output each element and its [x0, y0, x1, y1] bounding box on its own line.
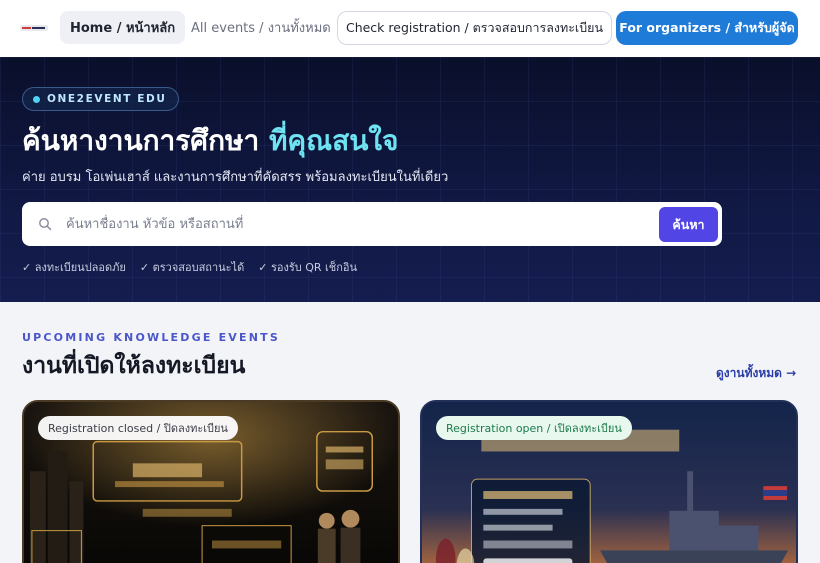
section-kicker: UPCOMING KNOWLEDGE EVENTS: [22, 331, 280, 344]
hero-title-main: ค้นหางานการศึกษา: [22, 124, 260, 157]
nav-all-events-link[interactable]: All events / งานทั้งหมด: [191, 11, 331, 44]
event-card[interactable]: Registration closed / ปิดลงทะเบียน: [22, 400, 400, 563]
hero-title-accent: ที่คุณสนใจ: [268, 124, 399, 157]
status-badge: Registration closed / ปิดลงทะเบียน: [38, 416, 238, 440]
search-icon: [39, 218, 52, 231]
search-button[interactable]: ค้นหา: [659, 207, 718, 242]
brand-badge: ONE2EVENT EDU: [22, 87, 180, 111]
brand-badge-label: ONE2EVENT EDU: [47, 93, 167, 105]
search-input[interactable]: [66, 209, 646, 239]
search-bar: ค้นหา: [22, 202, 722, 246]
feature-check-status: ✓ ตรวจสอบสถานะได้: [139, 261, 245, 274]
event-card[interactable]: Registration open / เปิดลงทะเบียน: [420, 400, 798, 563]
hero-section: ONE2EVENT EDU ค้นหางานการศึกษา ที่คุณสนใ…: [0, 57, 820, 302]
status-badge: Registration open / เปิดลงทะเบียน: [436, 416, 632, 440]
feature-qr-checkin: ✓ รองรับ QR เช็กอิน: [258, 261, 358, 274]
site-logo[interactable]: [20, 22, 48, 34]
feature-secure-registration: ✓ ลงทะเบียนปลอดภัย: [22, 261, 126, 274]
nav-home-link[interactable]: Home / หน้าหลัก: [60, 11, 186, 44]
feature-list: ✓ ลงทะเบียนปลอดภัย ✓ ตรวจสอบสถานะได้ ✓ ร…: [22, 258, 357, 276]
hero-title: ค้นหางานการศึกษา ที่คุณสนใจ: [22, 119, 398, 163]
top-navbar: Home / หน้าหลัก All events / งานทั้งหมด …: [0, 0, 820, 57]
view-all-events-link[interactable]: ดูงานทั้งหมด →: [716, 364, 796, 383]
check-registration-button[interactable]: Check registration / ตรวจสอบการลงทะเบียน: [337, 11, 612, 45]
section-title: งานที่เปิดให้ลงทะเบียน: [22, 353, 246, 379]
hero-subtitle: ค่าย อบรม โอเพ่นเฮาส์ และงานการศึกษาที่ค…: [22, 170, 449, 185]
badge-dot-icon: [33, 95, 40, 103]
for-organizers-button[interactable]: For organizers / สำหรับผู้จัด: [616, 11, 798, 45]
